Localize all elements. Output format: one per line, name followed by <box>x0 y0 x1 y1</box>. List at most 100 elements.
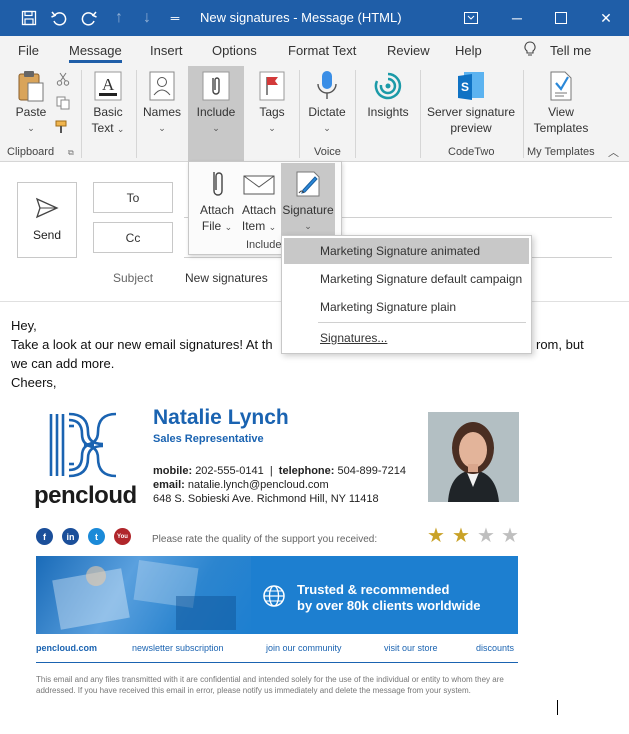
send-button[interactable]: Send <box>17 182 77 258</box>
copy-icon[interactable] <box>56 96 70 113</box>
email-label: email: <box>153 479 185 491</box>
tab-message[interactable]: Message <box>69 43 122 63</box>
view-templates-label-2: Templates <box>533 121 589 135</box>
undo-icon[interactable] <box>44 0 74 36</box>
maximize-icon[interactable] <box>538 0 584 36</box>
to-button[interactable]: To <box>93 182 173 213</box>
server-signature-preview-button[interactable]: S Server signature preview <box>424 68 518 138</box>
banner-tagline: Trusted & recommended by over 80k client… <box>297 582 481 614</box>
attach-file-label: Attach <box>199 203 235 217</box>
tags-button[interactable]: Tags ⌄ <box>250 68 294 138</box>
envelope-icon <box>237 166 281 202</box>
send-icon <box>18 197 76 222</box>
svg-text:S: S <box>461 80 469 94</box>
minimize-icon[interactable]: ─ <box>494 0 540 36</box>
tell-me-search[interactable]: Tell me <box>550 43 591 58</box>
twitter-icon[interactable]: t <box>88 528 105 545</box>
menu-item-signature-default[interactable]: Marketing Signature default campaign <box>284 266 529 292</box>
menu-item-signature-animated[interactable]: Marketing Signature animated <box>284 238 529 264</box>
include-button[interactable]: Include ⌄ <box>188 66 244 161</box>
star-icon[interactable]: ★ <box>427 526 445 546</box>
signature-button[interactable]: Signature ⌄ <box>281 163 335 235</box>
save-icon[interactable] <box>14 0 44 36</box>
format-painter-icon[interactable] <box>55 120 71 137</box>
cc-button[interactable]: Cc <box>93 222 173 253</box>
window-title: New signatures - Message (HTML) <box>200 10 402 25</box>
youtube-icon[interactable]: You <box>114 528 131 545</box>
tab-file[interactable]: File <box>18 43 39 58</box>
up-icon[interactable]: ↑ <box>104 0 134 36</box>
linkedin-icon[interactable]: in <box>62 528 79 545</box>
ribbon-tabs: File Message Insert Options Format Text … <box>0 36 629 66</box>
close-icon[interactable]: ✕ <box>583 0 629 36</box>
insights-label: Insights <box>367 105 409 119</box>
tab-insert[interactable]: Insert <box>150 43 183 58</box>
insights-button[interactable]: Insights <box>362 68 414 138</box>
message-body[interactable]: Hey, Take a look at our new email signat… <box>11 316 611 392</box>
body-line: Cheers, <box>11 375 57 390</box>
ribbon-display-icon[interactable] <box>448 0 494 36</box>
link-website[interactable]: pencloud.com <box>36 643 97 653</box>
text-cursor <box>557 700 558 715</box>
link-newsletter[interactable]: newsletter subscription <box>132 643 224 653</box>
group-voice: Voice <box>314 146 341 158</box>
tab-review[interactable]: Review <box>387 43 430 58</box>
attach-file-button[interactable]: Attach File ⌄ <box>195 166 239 235</box>
codetwo-icon: S <box>424 68 518 104</box>
title-bar: ↑ ↓ ═ New signatures - Message (HTML) ─ … <box>0 0 629 36</box>
paste-button[interactable]: Paste ⌄ <box>10 68 52 138</box>
cut-icon[interactable] <box>56 72 70 89</box>
star-icon[interactable]: ★ <box>501 526 519 546</box>
promo-banner[interactable]: Trusted & recommended by over 80k client… <box>36 556 518 634</box>
link-community[interactable]: join our community <box>266 643 342 653</box>
dictate-button[interactable]: Dictate ⌄ <box>304 68 350 138</box>
tags-label: Tags <box>259 105 285 119</box>
link-store[interactable]: visit our store <box>384 643 438 653</box>
banner-line: by over 80k clients worldwide <box>297 598 481 613</box>
customize-icon[interactable]: ═ <box>160 0 190 36</box>
facebook-icon[interactable]: f <box>36 528 53 545</box>
signature-label: Signature <box>282 203 334 217</box>
rating-prompt: Please rate the quality of the support y… <box>152 534 378 545</box>
signature-name: Natalie Lynch <box>153 406 289 429</box>
names-button[interactable]: Names ⌄ <box>140 68 184 138</box>
server-signature-label: Server signature <box>426 105 516 119</box>
basic-text-button[interactable]: A Basic Text ⌄ <box>86 68 130 138</box>
star-icon[interactable]: ★ <box>452 526 470 546</box>
down-icon[interactable]: ↓ <box>132 0 162 36</box>
signature-pen-icon <box>281 166 335 202</box>
mobile-number: 202-555-0141 <box>195 465 264 477</box>
microphone-icon <box>304 68 350 104</box>
email-address[interactable]: natalie.lynch@pencloud.com <box>188 479 329 491</box>
signature-role: Sales Representative <box>153 433 264 445</box>
link-discounts[interactable]: discounts <box>476 643 514 653</box>
body-line-end: rom, but <box>536 337 584 352</box>
attach-item-button[interactable]: Attach Item ⌄ <box>237 166 281 235</box>
subject-field[interactable]: New signatures <box>185 271 268 285</box>
basic-text-label-2: Text <box>91 121 114 135</box>
dialog-launcher-icon[interactable]: ⧉ <box>68 148 74 158</box>
tab-format-text[interactable]: Format Text <box>288 43 356 58</box>
collapse-ribbon-icon[interactable]: ︿ <box>608 144 619 160</box>
group-separator <box>355 70 356 158</box>
svg-text:A: A <box>102 75 115 94</box>
paste-label: Paste <box>15 105 47 119</box>
chevron-down-icon: ⌄ <box>212 123 220 133</box>
names-label: Names <box>142 105 181 119</box>
view-templates-label: View <box>548 105 574 119</box>
banner-image <box>36 556 251 634</box>
star-icon[interactable]: ★ <box>477 526 495 546</box>
send-label: Send <box>32 228 62 242</box>
telephone-label: telephone: <box>278 465 335 477</box>
insights-icon <box>362 68 414 104</box>
chevron-down-icon: ⌄ <box>323 123 331 133</box>
contact-details: mobile: 202-555-0141 | telephone: 504-89… <box>153 465 406 505</box>
view-templates-button[interactable]: View Templates <box>530 68 592 138</box>
globe-icon <box>262 584 286 611</box>
tab-options[interactable]: Options <box>212 43 257 58</box>
redo-icon[interactable] <box>74 0 104 36</box>
group-clipboard: Clipboard <box>7 146 55 158</box>
ribbon: Paste ⌄ Clipboard ⧉ A Basic Text ⌄ Names… <box>0 66 629 162</box>
tab-help[interactable]: Help <box>455 43 482 58</box>
chevron-down-icon: ⌄ <box>27 123 35 133</box>
